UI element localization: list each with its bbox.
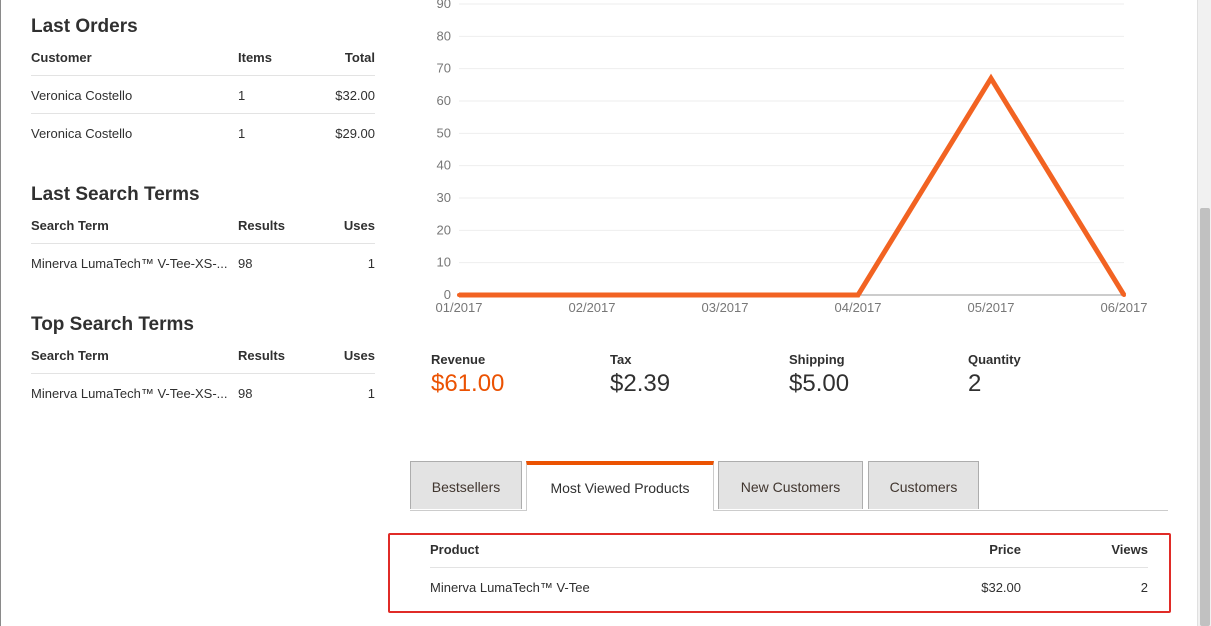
order-customer: Veronica Costello — [31, 88, 133, 103]
page-left-border — [0, 0, 1, 626]
column-header-results[interactable]: Results — [238, 348, 285, 363]
product-name: Minerva LumaTech™ V-Tee — [430, 580, 590, 595]
shipping-label: Shipping — [789, 352, 845, 367]
x-tick-label: 03/2017 — [702, 300, 749, 315]
table-row[interactable]: Minerva LumaTech™ V-Tee $32.00 2 — [430, 568, 1148, 606]
y-tick-label: 30 — [437, 190, 451, 205]
tax-value: $2.39 — [610, 370, 671, 397]
tab-most-viewed-products[interactable]: Most Viewed Products — [526, 461, 714, 511]
search-term: Minerva LumaTech™ V-Tee-XS-... — [31, 386, 228, 401]
tab-new-customers[interactable]: New Customers — [718, 461, 863, 509]
top-search-terms-title: Top Search Terms — [31, 314, 194, 335]
data-point — [989, 76, 993, 81]
orders-line-chart: 010203040506070809001/2017 02/2017 03/2017… — [436, 0, 1148, 315]
y-tick-label: 90 — [437, 0, 451, 11]
order-total: $32.00 — [335, 88, 375, 103]
y-tick-label: 80 — [437, 28, 451, 43]
last-orders-title: Last Orders — [31, 16, 138, 37]
table-header-row: Product Price Views — [430, 533, 1148, 568]
search-results: 98 — [238, 256, 253, 271]
search-uses: 1 — [367, 386, 375, 401]
table-header-row: Customer Items Total — [31, 41, 375, 76]
order-customer: Veronica Costello — [31, 126, 133, 141]
order-items: 1 — [238, 88, 246, 103]
table-header-row: Search Term Results Uses — [31, 339, 375, 374]
order-total: $29.00 — [335, 126, 375, 141]
search-results: 98 — [238, 386, 253, 401]
x-tick-label: 05/2017 — [968, 300, 1015, 315]
y-tick-label: 70 — [437, 61, 451, 76]
y-tick-label: 40 — [437, 158, 451, 173]
total-quantity: Quantity 2 — [968, 352, 1021, 398]
tax-label: Tax — [610, 352, 632, 367]
column-header-uses[interactable]: Uses — [344, 218, 375, 233]
data-point — [457, 293, 461, 297]
quantity-label: Quantity — [968, 352, 1021, 367]
table-header-row: Search Term Results Uses — [31, 209, 375, 244]
y-tick-label: 20 — [437, 222, 451, 237]
x-tick-label: 02/2017 — [569, 300, 616, 315]
column-header-product[interactable]: Product — [430, 542, 479, 557]
table-row[interactable]: Veronica Costello 1 $32.00 — [31, 76, 375, 114]
total-revenue: Revenue $61.00 — [431, 352, 504, 398]
column-header-total[interactable]: Total — [345, 50, 375, 65]
product-views: 2 — [1140, 580, 1148, 595]
shipping-value: $5.00 — [789, 370, 850, 397]
search-uses: 1 — [367, 256, 375, 271]
column-header-search-term[interactable]: Search Term — [31, 348, 231, 363]
column-header-items[interactable]: Items — [238, 50, 272, 65]
table-row[interactable]: Veronica Costello 1 $29.00 — [31, 114, 375, 151]
y-tick-label: 50 — [437, 125, 451, 140]
column-header-customer[interactable]: Customer — [31, 50, 231, 65]
order-items: 1 — [238, 126, 246, 141]
last-search-terms-table: Search Term Results Uses Minerva LumaTec… — [31, 209, 375, 281]
column-header-search-term[interactable]: Search Term — [31, 218, 231, 233]
top-search-terms-table: Search Term Results Uses Minerva LumaTec… — [31, 339, 375, 411]
data-point — [590, 293, 594, 297]
last-search-terms-title: Last Search Terms — [31, 184, 200, 205]
scrollbar-thumb[interactable] — [1200, 208, 1210, 626]
table-row[interactable]: Minerva LumaTech™ V-Tee-XS-... 98 1 — [31, 374, 375, 411]
data-point — [723, 293, 727, 297]
most-viewed-products-table: Product Price Views Minerva LumaTech™ V-… — [430, 533, 1148, 606]
dashboard-tabs: Bestsellers Most Viewed Products New Cus… — [410, 460, 1168, 511]
revenue-label: Revenue — [431, 352, 486, 367]
search-term: Minerva LumaTech™ V-Tee-XS-... — [31, 256, 228, 271]
column-header-uses[interactable]: Uses — [344, 348, 375, 363]
quantity-value: 2 — [968, 370, 982, 397]
total-shipping: Shipping $5.00 — [789, 352, 849, 398]
column-header-views[interactable]: Views — [1111, 542, 1148, 557]
last-orders-table: Customer Items Total Veronica Costello 1… — [31, 41, 375, 151]
total-tax: Tax $2.39 — [610, 352, 670, 398]
y-tick-label: 60 — [437, 93, 451, 108]
column-header-price[interactable]: Price — [989, 542, 1021, 557]
tab-bestsellers[interactable]: Bestsellers — [410, 461, 522, 509]
data-point — [856, 293, 860, 297]
column-header-results[interactable]: Results — [238, 218, 285, 233]
y-tick-label: 10 — [437, 255, 451, 270]
table-row[interactable]: Minerva LumaTech™ V-Tee-XS-... 98 1 — [31, 244, 375, 281]
x-tick-label: 01/2017 — [436, 300, 483, 315]
tab-customers[interactable]: Customers — [868, 461, 979, 509]
product-price: $32.00 — [981, 580, 1021, 595]
data-point — [1122, 293, 1126, 297]
revenue-value: $61.00 — [431, 370, 505, 397]
x-tick-label: 04/2017 — [835, 300, 882, 315]
x-tick-label: 06/2017 — [1101, 300, 1148, 315]
